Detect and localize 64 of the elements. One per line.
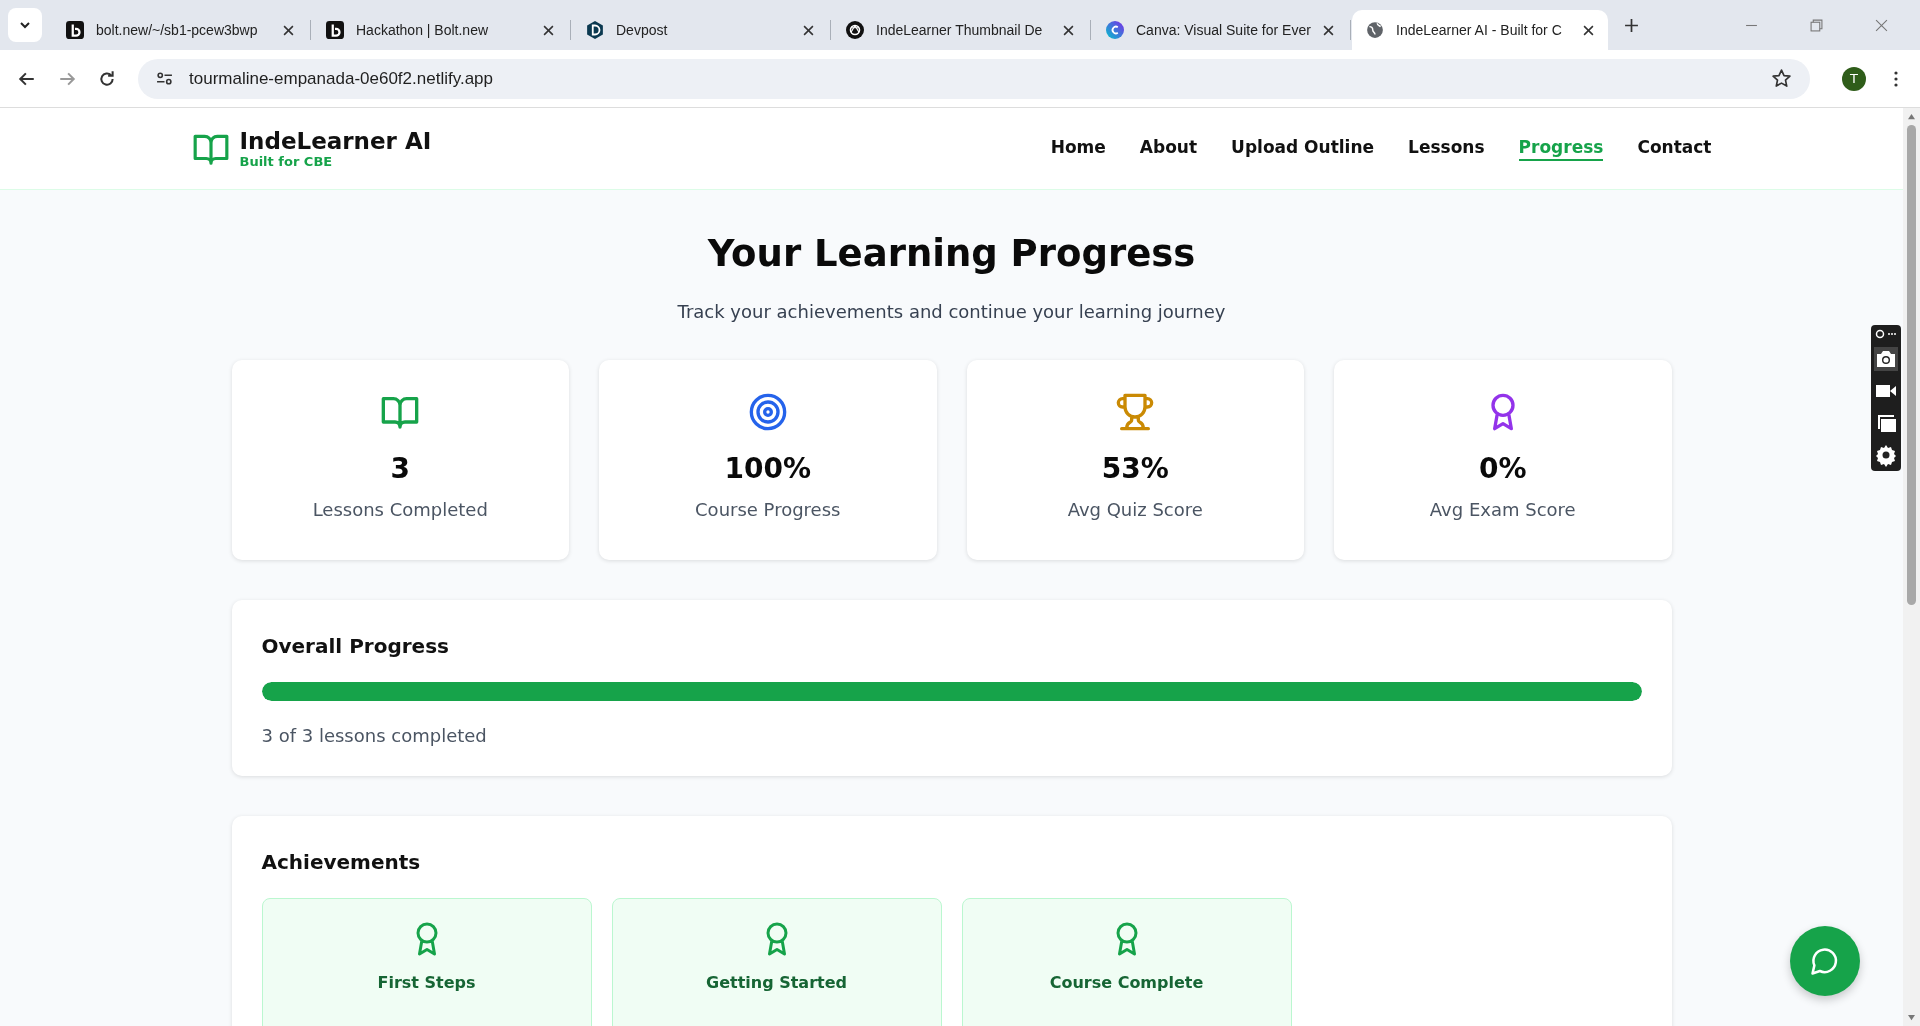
link-icon[interactable] — [1875, 329, 1897, 339]
achievement-title: First Steps — [377, 973, 476, 992]
chat-bubble-icon[interactable] — [1810, 946, 1840, 976]
achievement-title: Getting Started — [706, 973, 847, 992]
browser-tab[interactable]: Hackathon | Bolt.new — [312, 10, 568, 50]
tab-title: Canva: Visual Suite for Ever — [1136, 22, 1311, 38]
close-icon[interactable] — [1583, 24, 1594, 36]
browser-tab[interactable]: Canva: Visual Suite for Ever — [1092, 10, 1348, 50]
close-icon[interactable] — [1063, 24, 1074, 36]
tab-title: Hackathon | Bolt.new — [356, 22, 489, 38]
browser-tab[interactable]: IndeLearner Thumbnail De — [832, 10, 1088, 50]
achievement-title: Course Complete — [1049, 973, 1204, 992]
nav-link[interactable]: Lessons — [1408, 136, 1485, 161]
page-title: Your Learning Progress — [707, 232, 1196, 275]
stat-label: Course Progress — [695, 499, 841, 520]
tab-title: IndeLearner Thumbnail De — [876, 22, 1043, 38]
scroll-down-icon[interactable] — [1907, 1014, 1916, 1021]
stat-label: Lessons Completed — [312, 499, 488, 520]
new-tab-icon[interactable] — [1624, 17, 1639, 33]
restore-icon[interactable] — [1810, 18, 1823, 32]
section-title: Achievements — [261, 850, 422, 874]
reload-icon[interactable] — [98, 69, 116, 88]
nav-link[interactable]: Home — [1050, 136, 1106, 161]
tab-title: IndeLearner AI - Built for C — [1396, 22, 1562, 38]
stat-value: 3 — [390, 452, 410, 485]
page-subtitle: Track your achievements and continue your learning journey — [677, 301, 1226, 322]
nav-link[interactable]: Contact — [1637, 136, 1712, 161]
browser-tab[interactable]: Devpost — [572, 10, 828, 50]
scrollbar[interactable] — [1903, 108, 1920, 1026]
chat-button[interactable] — [1790, 926, 1860, 996]
url-text: tourmaline-empanada-0e60f2.netlify.app — [189, 68, 493, 89]
scroll-up-icon[interactable] — [1907, 113, 1916, 120]
settings-icon[interactable] — [1874, 443, 1898, 467]
scrollbar-thumb[interactable] — [1907, 125, 1916, 605]
close-icon[interactable] — [283, 24, 294, 36]
close-icon[interactable] — [803, 24, 814, 36]
browser-tab[interactable]: IndeLearner AI - Built for C — [1352, 10, 1608, 50]
bolt-icon — [66, 21, 84, 39]
progress-caption: 3 of 3 lessons completed — [261, 725, 488, 746]
stat-value: 100% — [724, 452, 811, 485]
brand-tagline: Built for CBE — [239, 154, 334, 169]
browser-tab[interactable]: bolt.new/~/sb1-pcew3bwp — [52, 10, 308, 50]
nav-link[interactable]: About — [1139, 136, 1198, 161]
circle-icon — [1106, 21, 1124, 39]
section-title: Overall Progress — [261, 634, 450, 658]
stat-value: 53% — [1101, 452, 1169, 485]
tab-title: bolt.new/~/sb1-pcew3bwp — [96, 22, 258, 38]
bolt-icon — [326, 21, 344, 39]
close-icon[interactable] — [1323, 24, 1334, 36]
brand-name[interactable]: IndeLearner AI — [239, 128, 432, 154]
menu-icon[interactable] — [1894, 70, 1898, 87]
tab-title: Devpost — [616, 22, 668, 38]
star-icon[interactable] — [1771, 68, 1792, 89]
camera-icon[interactable] — [1874, 347, 1898, 371]
globe-icon — [1366, 21, 1384, 39]
profile-avatar[interactable]: T — [1842, 66, 1866, 91]
site-settings-icon[interactable] — [156, 70, 173, 87]
stat-label: Avg Exam Score — [1429, 499, 1576, 520]
stat-value: 0% — [1478, 452, 1527, 485]
nav-link[interactable]: Upload Outline — [1231, 136, 1375, 161]
close-icon[interactable] — [543, 24, 554, 36]
stat-label: Avg Quiz Score — [1067, 499, 1203, 520]
hexagon-icon — [586, 21, 604, 39]
address-bar[interactable]: tourmaline-empanada-0e60f2.netlify.app — [138, 58, 1810, 99]
